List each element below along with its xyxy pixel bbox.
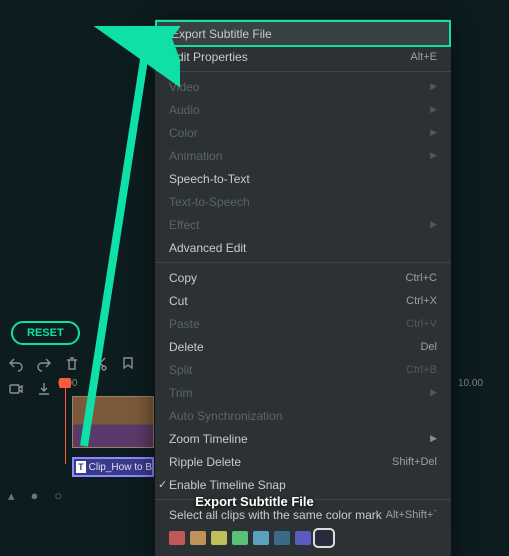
trash-icon[interactable] [64, 356, 80, 372]
menu-separator [155, 262, 451, 263]
menu-shortcut: Ctrl+B [406, 364, 437, 376]
menu-label: Ripple Delete [169, 455, 241, 469]
menu-speech-to-text[interactable]: Speech-to-Text [155, 167, 451, 190]
chevron-right-icon: ▶ [430, 127, 437, 138]
menu-advanced-edit[interactable]: Advanced Edit [155, 236, 451, 259]
color-swatch[interactable] [211, 531, 227, 545]
menu-label: Color [169, 126, 198, 140]
menu-cut[interactable]: Cut Ctrl+X [155, 289, 451, 312]
menu-separator [155, 71, 451, 72]
color-swatch[interactable] [316, 531, 332, 545]
playhead[interactable] [65, 378, 66, 464]
record-icon[interactable] [8, 381, 24, 397]
menu-paste: Paste Ctrl+V [155, 312, 451, 335]
menu-label: Audio [169, 103, 200, 117]
menu-ripple-delete[interactable]: Ripple Delete Shift+Del [155, 450, 451, 473]
menu-delete[interactable]: Delete Del [155, 335, 451, 358]
menu-enable-snap[interactable]: ✓ Enable Timeline Snap [155, 473, 451, 496]
redo-icon[interactable] [36, 356, 52, 372]
undo-icon[interactable] [8, 356, 24, 372]
subtitle-clip-label: Clip_How to B [89, 462, 152, 473]
color-swatch[interactable] [253, 531, 269, 545]
menu-video: Video ▶ [155, 75, 451, 98]
caption: Export Subtitle File [0, 494, 509, 509]
chevron-right-icon: ▶ [430, 150, 437, 161]
menu-shortcut: Alt+Shift+` [386, 509, 437, 521]
menu-shortcut: Del [420, 341, 437, 353]
menu-label: Speech-to-Text [169, 172, 250, 186]
menu-effect: Effect ▶ [155, 213, 451, 236]
timeline-tick: 10.00 [458, 378, 483, 389]
second-toolbar [8, 381, 52, 397]
menu-shortcut: Ctrl+C [406, 272, 437, 284]
menu-label: Delete [169, 340, 204, 354]
menu-label: Advanced Edit [169, 241, 246, 255]
chevron-right-icon: ▶ [430, 387, 437, 398]
check-icon: ✓ [158, 478, 167, 491]
text-icon: T [76, 461, 86, 473]
menu-label: Paste [169, 317, 200, 331]
menu-text-to-speech: Text-to-Speech [155, 190, 451, 213]
menu-label: Export Subtitle File [171, 27, 272, 41]
color-swatch-row [155, 526, 451, 553]
menu-copy[interactable]: Copy Ctrl+C [155, 266, 451, 289]
menu-label: Split [169, 363, 192, 377]
menu-label: Animation [169, 149, 222, 163]
menu-auto-sync: Auto Synchronization [155, 404, 451, 427]
menu-edit-properties[interactable]: Edit Properties Alt+E [155, 45, 451, 68]
download-icon[interactable] [36, 381, 52, 397]
marker-icon[interactable] [120, 356, 136, 372]
chevron-right-icon: ▶ [430, 433, 437, 444]
menu-label: Zoom Timeline [169, 432, 248, 446]
color-swatch[interactable] [190, 531, 206, 545]
chevron-right-icon: ▶ [430, 219, 437, 230]
menu-shortcut: Shift+Del [392, 456, 437, 468]
menu-label: Enable Timeline Snap [169, 478, 286, 492]
color-swatch[interactable] [232, 531, 248, 545]
color-swatch[interactable] [274, 531, 290, 545]
menu-color: Color ▶ [155, 121, 451, 144]
color-swatch[interactable] [295, 531, 311, 545]
color-swatch[interactable] [169, 531, 185, 545]
reset-button[interactable]: RESET [11, 321, 80, 345]
menu-label: Effect [169, 218, 199, 232]
menu-export-subtitle[interactable]: Export Subtitle File [155, 20, 451, 47]
context-menu: Export Subtitle File Edit Properties Alt… [155, 19, 451, 556]
chevron-right-icon: ▶ [430, 104, 437, 115]
menu-shortcut: Ctrl+V [406, 318, 437, 330]
menu-shortcut: Ctrl+X [406, 295, 437, 307]
menu-label: Video [169, 80, 199, 94]
cut-icon[interactable] [92, 356, 108, 372]
menu-trim: Trim ▶ [155, 381, 451, 404]
subtitle-clip[interactable]: T Clip_How to B [72, 457, 154, 477]
menu-shortcut: Alt+E [410, 51, 437, 63]
menu-label: Copy [169, 271, 197, 285]
menu-zoom-timeline[interactable]: Zoom Timeline ▶ [155, 427, 451, 450]
toolbar [8, 356, 136, 372]
video-clip[interactable] [72, 396, 154, 448]
menu-audio: Audio ▶ [155, 98, 451, 121]
menu-label: Trim [169, 386, 193, 400]
menu-label: Cut [169, 294, 188, 308]
menu-label: Select all clips with the same color mar… [169, 508, 382, 522]
menu-label: Edit Properties [169, 50, 248, 64]
chevron-right-icon: ▶ [430, 81, 437, 92]
menu-label: Text-to-Speech [169, 195, 250, 209]
menu-animation: Animation ▶ [155, 144, 451, 167]
menu-label: Auto Synchronization [169, 409, 282, 423]
menu-split: Split Ctrl+B [155, 358, 451, 381]
